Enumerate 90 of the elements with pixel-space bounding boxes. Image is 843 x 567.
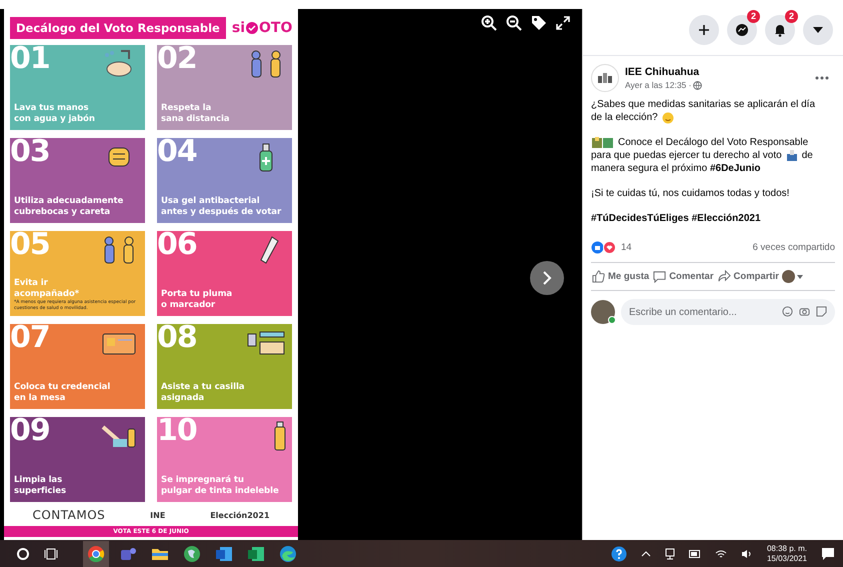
start-icon[interactable] <box>16 546 30 560</box>
tile-number: 10 <box>157 413 197 449</box>
plus-icon <box>698 24 710 36</box>
brand-text: CONTAMOS <box>32 508 106 522</box>
user-avatar[interactable] <box>591 300 615 324</box>
author-link[interactable]: IEE Chihuahua <box>625 66 809 78</box>
poster-title: Decálogo del Voto Responsable <box>10 17 226 39</box>
marker-icon <box>274 421 286 451</box>
logo-text: Elección2021 <box>210 510 270 520</box>
user-avatar <box>782 270 795 283</box>
excel-icon[interactable] <box>247 544 265 562</box>
post-text: para que puedas ejercer tu derecho al voto <box>591 149 782 162</box>
tile-number: 02 <box>157 41 197 77</box>
share-count[interactable]: 6 veces compartido <box>752 242 835 253</box>
tile-text: Limpia las superficies <box>14 475 68 497</box>
wifi-icon[interactable] <box>714 548 727 558</box>
globe-icon[interactable] <box>183 544 201 562</box>
post-time[interactable]: Ayer a las 12:35 · <box>625 80 692 90</box>
like-button[interactable]: Me gusta <box>591 268 650 285</box>
globe-icon <box>693 80 702 90</box>
post-text: manera segura el próximo #6DeJunio <box>591 162 761 175</box>
tile-number: 05 <box>10 227 50 263</box>
sticker-icon[interactable] <box>816 306 827 317</box>
reactions-icon[interactable] <box>591 241 617 254</box>
post-text: Conoce el Decálogo del Voto Responsable <box>618 136 808 149</box>
messenger-icon <box>735 23 749 37</box>
tile-text: Utiliza adecuadamente cubrebocas y careta <box>14 196 124 218</box>
thumbs-up-icon <box>592 270 605 283</box>
caret-down-icon <box>796 274 803 278</box>
tile-text: Respeta la sana distancia <box>161 103 230 125</box>
tile-text: Evita ir acompañado* <box>14 278 80 300</box>
comment-button[interactable]: Comentar <box>652 268 715 285</box>
tile-text: Porta tu pluma o marcador <box>161 289 234 311</box>
edge-icon[interactable] <box>279 544 297 562</box>
post-text: de la elección? <box>591 111 658 124</box>
ballot-icon <box>246 22 258 34</box>
post-text: ¡Si te cuidas tú, nos cuidamos todas y todos! <box>591 187 790 200</box>
tile-number: 09 <box>10 413 50 449</box>
help-icon[interactable] <box>610 546 627 562</box>
tile-text: Se impregnará tu pulgar de tinta indeleble <box>161 475 280 497</box>
task-view-icon[interactable] <box>44 546 58 560</box>
chevron-up-icon[interactable] <box>640 550 651 556</box>
logo-text: si <box>232 20 245 36</box>
tile-number: 04 <box>157 134 197 170</box>
post-text: ¿Sabes que medidas sanitarias se aplicarán el día <box>591 98 816 111</box>
speech-bubble-icon <box>653 270 666 283</box>
building-icon <box>597 72 613 84</box>
tile-number: 01 <box>10 41 50 77</box>
hashtag-links[interactable]: #TúDecidesTúEliges #Elección2021 <box>591 212 835 225</box>
caret-down-icon <box>813 27 823 33</box>
emoji-icon[interactable] <box>782 306 793 317</box>
create-button[interactable] <box>689 15 719 45</box>
notification-center-icon[interactable] <box>821 546 835 560</box>
tile-text: Lava tus manos con agua y jabón <box>14 103 96 125</box>
audience-selector[interactable] <box>782 270 803 283</box>
comment-field[interactable]: Escribe un comentario... <box>621 299 835 325</box>
share-arrow-icon <box>718 270 731 283</box>
tile-text: Coloca tu credencial en la mesa <box>14 382 112 404</box>
tile-number: 07 <box>10 320 50 356</box>
battery-icon[interactable] <box>688 550 701 558</box>
clock-date[interactable]: 15/03/2021 <box>766 554 807 564</box>
chevron-right-icon <box>542 271 552 285</box>
clock-time[interactable]: 08:38 p. m. <box>766 544 807 554</box>
zoom-in-icon[interactable] <box>481 15 497 31</box>
notification-badge: 2 <box>747 10 760 23</box>
zoom-out-icon[interactable] <box>506 15 522 31</box>
fullscreen-icon[interactable] <box>556 16 570 30</box>
more-icon[interactable] <box>815 76 829 80</box>
tile-number: 03 <box>10 134 50 170</box>
tile-number: 08 <box>157 320 197 356</box>
bell-icon <box>773 23 787 37</box>
tag-icon[interactable] <box>531 15 547 31</box>
meet-icon[interactable] <box>664 548 675 560</box>
logo-text: OTO <box>259 20 292 36</box>
word-icon[interactable] <box>215 544 233 562</box>
account-menu-button[interactable] <box>803 15 833 45</box>
post-text: de <box>802 149 813 162</box>
volume-icon[interactable] <box>740 548 753 558</box>
smiley-icon <box>662 112 674 124</box>
next-button[interactable] <box>530 261 564 295</box>
page-avatar[interactable] <box>591 64 619 92</box>
chrome-icon[interactable] <box>87 544 105 562</box>
logo-text: INE <box>150 510 166 520</box>
reaction-count[interactable]: 14 <box>621 242 632 253</box>
notification-badge: 2 <box>785 10 798 23</box>
tile-text: Asiste a tu casilla asignada <box>161 382 246 404</box>
share-button[interactable]: Compartir <box>716 268 780 285</box>
tile-text: Usa gel antibacterial antes y después de votar <box>161 196 282 218</box>
tile-number: 06 <box>157 227 197 263</box>
camera-icon[interactable] <box>799 306 810 317</box>
